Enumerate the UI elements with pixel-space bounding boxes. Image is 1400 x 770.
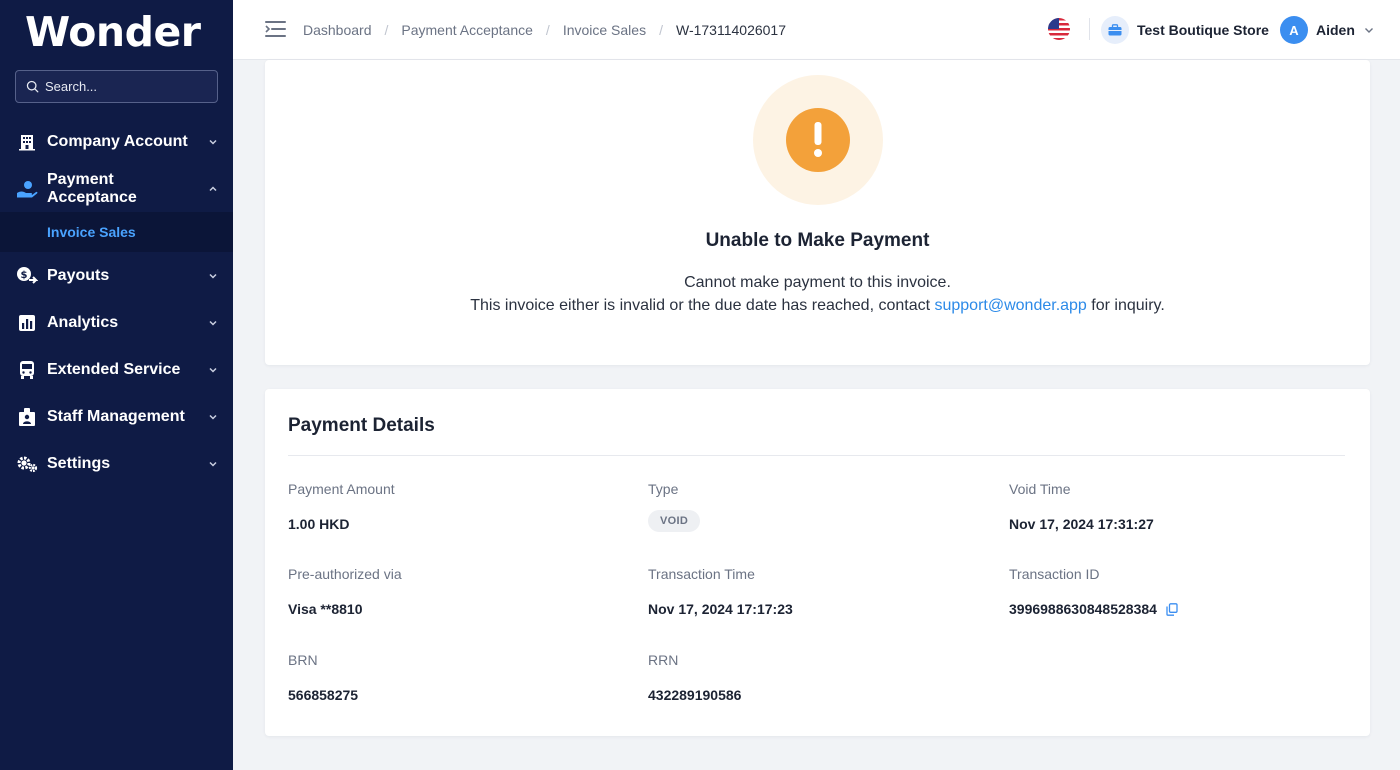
menu-toggle-icon[interactable] (265, 19, 287, 44)
chevron-down-icon (209, 367, 217, 373)
field-transaction-id: Transaction ID 3996988630848528384 (1009, 566, 1178, 617)
sidebar-item-settings[interactable]: Settings (0, 440, 233, 487)
divider (288, 455, 1345, 456)
store-selector[interactable]: Test Boutique Store (1101, 15, 1269, 45)
field-rrn: RRN 432289190586 (648, 652, 741, 703)
chevron-down-icon (1364, 28, 1373, 33)
alert-message: Cannot make payment to this invoice. (684, 274, 951, 291)
user-name: Aiden (1316, 22, 1355, 38)
sidebar-item-label: Payment Acceptance (47, 170, 137, 206)
sidebar-item-label: Payouts (47, 266, 110, 284)
chevron-down-icon (209, 139, 217, 145)
payment-details-card: Payment Details Payment Amount 1.00 HKD … (265, 389, 1370, 736)
copy-icon[interactable] (1166, 602, 1178, 616)
field-preauth: Pre-authorized via Visa **8810 (288, 566, 402, 617)
sidebar-item-label: Staff Management (47, 407, 185, 425)
warning-halo (753, 75, 883, 205)
warning-icon (786, 108, 850, 172)
alert-detail: This invoice either is invalid or the du… (265, 297, 1370, 315)
payment-status-card: Unable to Make Payment Cannot make payme… (265, 60, 1370, 365)
field-value: Nov 17, 2024 17:17:23 (648, 601, 793, 617)
sidebar-item-extended-service[interactable]: Extended Service (0, 346, 233, 393)
chart-icon (16, 312, 38, 334)
field-label: Transaction ID (1009, 566, 1100, 582)
payout-icon: $ (16, 265, 38, 287)
store-name: Test Boutique Store (1137, 22, 1269, 38)
building-icon (16, 131, 38, 153)
sidebar-item-analytics[interactable]: Analytics (0, 299, 233, 346)
field-label: RRN (648, 652, 679, 668)
breadcrumb-separator: / (384, 22, 389, 38)
breadcrumb-current: W-173114026017 (675, 22, 787, 38)
sidebar-item-company-account[interactable]: Company Account (0, 118, 233, 165)
sidebar: Wonder Company Account Payment Acceptanc… (0, 0, 233, 770)
chevron-down-icon (209, 320, 217, 326)
sidebar-item-label: Settings (47, 454, 111, 472)
divider (1089, 18, 1090, 40)
avatar: A (1280, 16, 1308, 44)
status-badge: VOID (648, 510, 701, 532)
sidebar-nav: Company Account Payment Acceptance Invoi… (0, 118, 233, 487)
breadcrumb-separator: / (659, 22, 663, 38)
gears-icon (16, 453, 38, 475)
us-flag-icon[interactable] (1048, 18, 1070, 40)
alert-title: Unable to Make Payment (705, 230, 930, 251)
top-bar: Dashboard / Payment Acceptance / Invoice… (233, 0, 1400, 60)
sidebar-item-payouts[interactable]: $ Payouts (0, 252, 233, 299)
field-label: Payment Amount (288, 481, 395, 497)
field-payment-amount: Payment Amount 1.00 HKD (288, 481, 395, 532)
field-value: 566858275 (288, 687, 359, 703)
user-menu[interactable]: A Aiden (1280, 15, 1375, 45)
field-label: Void Time (1009, 481, 1071, 497)
sidebar-item-label: Analytics (47, 313, 119, 331)
field-label: Transaction Time (648, 566, 755, 582)
chevron-down-icon (209, 414, 217, 420)
bus-icon (16, 359, 38, 381)
search-icon (26, 80, 39, 93)
sidebar-subitem-invoice-sales[interactable]: Invoice Sales (0, 212, 233, 252)
chevron-down-icon (209, 273, 217, 279)
staff-icon (16, 406, 38, 428)
brand-logo[interactable]: Wonder (25, 8, 201, 56)
field-label: BRN (288, 652, 318, 668)
breadcrumb: Dashboard / Payment Acceptance / Invoice… (303, 0, 786, 60)
briefcase-icon (1101, 16, 1129, 44)
field-value: 432289190586 (648, 687, 742, 703)
details-title: Payment Details (288, 415, 435, 436)
sidebar-item-payment-acceptance[interactable]: Payment Acceptance (0, 165, 233, 212)
breadcrumb-invoice-sales[interactable]: Invoice Sales (563, 22, 646, 38)
field-type: Type VOID (648, 481, 701, 532)
field-value: Visa **8810 (288, 601, 363, 617)
field-label: Type (648, 481, 679, 497)
svg-text:$: $ (21, 270, 28, 281)
field-brn: BRN 566858275 (288, 652, 358, 703)
alert-detail-prefix: This invoice either is invalid or the du… (470, 297, 935, 314)
field-transaction-time: Transaction Time Nov 17, 2024 17:17:23 (648, 566, 793, 617)
alert-detail-suffix: for inquiry. (1086, 297, 1165, 314)
support-email-link[interactable]: support@wonder.app (934, 297, 1086, 314)
breadcrumb-separator: / (545, 22, 550, 38)
field-value: Nov 17, 2024 17:31:27 (1009, 516, 1154, 532)
hand-coin-icon (16, 178, 38, 200)
sidebar-item-label: Extended Service (47, 360, 181, 378)
breadcrumb-dashboard[interactable]: Dashboard (303, 22, 372, 38)
search-input[interactable] (45, 79, 205, 94)
field-value: 1.00 HKD (288, 516, 350, 532)
field-value: 3996988630848528384 (1009, 601, 1157, 617)
breadcrumb-payment-acceptance[interactable]: Payment Acceptance (401, 22, 533, 38)
field-void-time: Void Time Nov 17, 2024 17:31:27 (1009, 481, 1154, 532)
search-box[interactable] (15, 70, 218, 103)
chevron-up-icon (209, 185, 217, 191)
sidebar-item-label: Company Account (47, 132, 188, 150)
sidebar-item-staff-management[interactable]: Staff Management (0, 393, 233, 440)
chevron-down-icon (209, 461, 217, 467)
field-label: Pre-authorized via (288, 566, 402, 582)
